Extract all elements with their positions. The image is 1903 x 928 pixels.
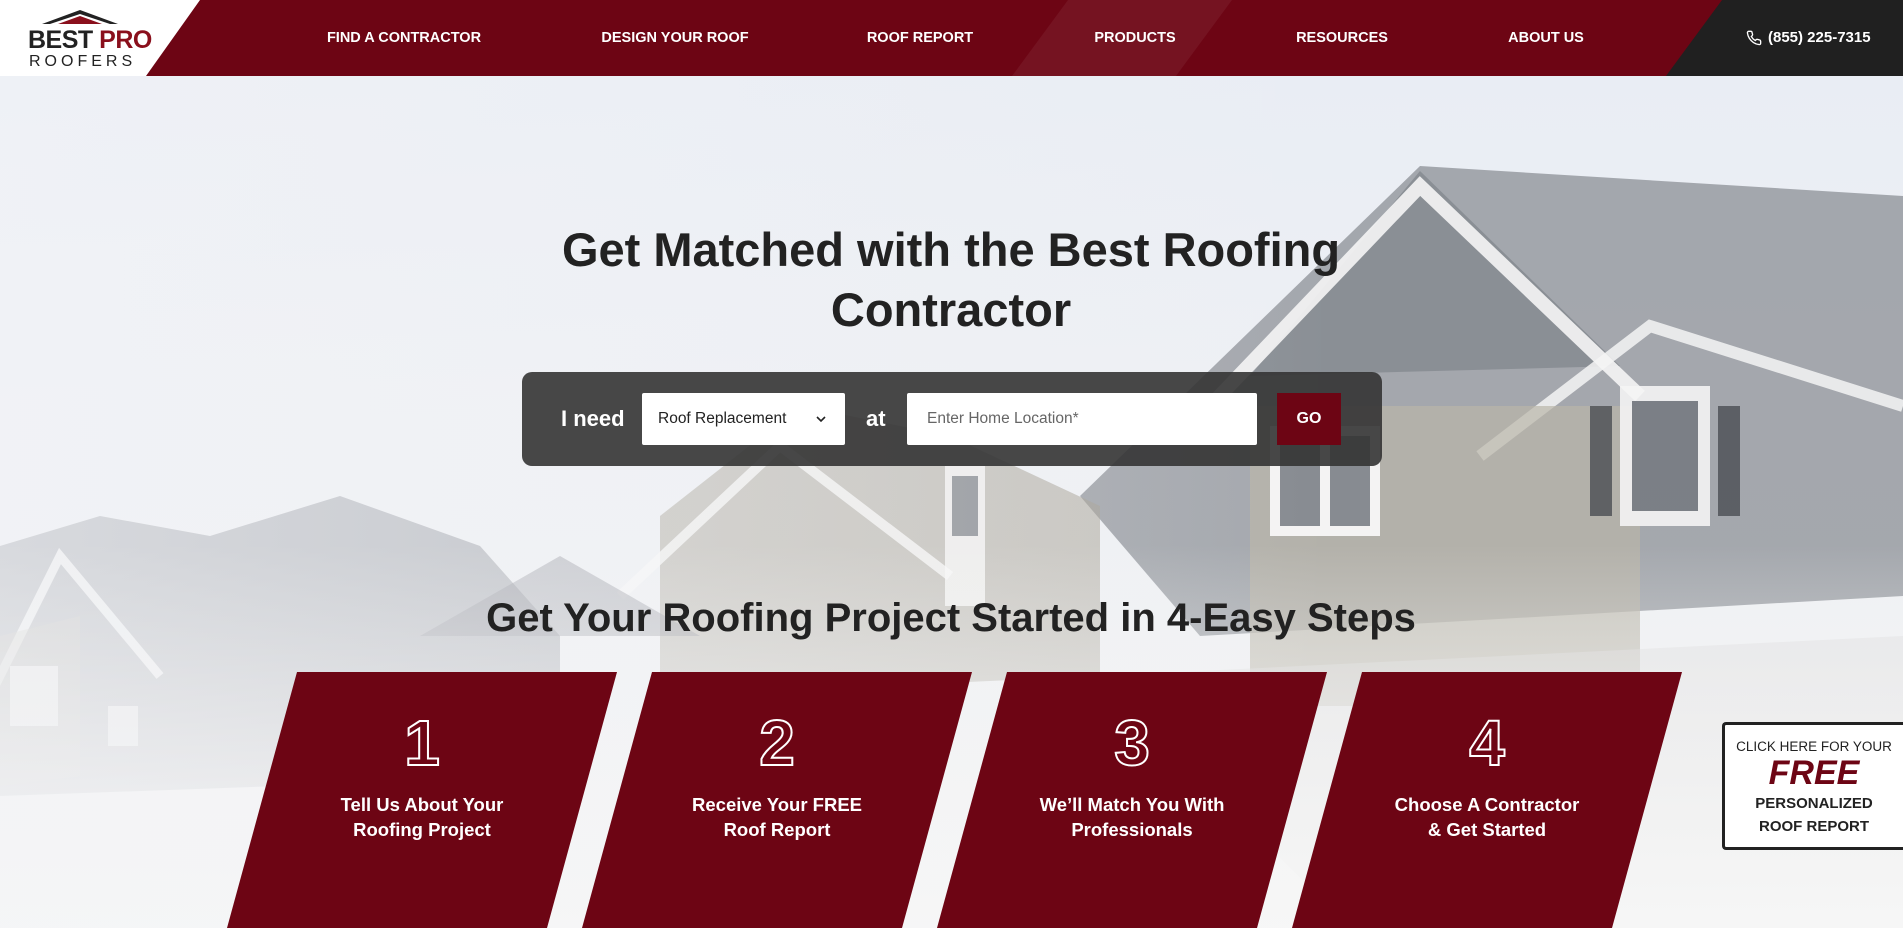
step-text-line1: Receive Your FREE (692, 794, 862, 815)
step-text-line1: Choose A Contractor (1394, 794, 1580, 815)
service-select[interactable]: Roof Replacement (642, 393, 845, 445)
report-cta-free: FREE (1768, 754, 1860, 792)
nav-resources[interactable]: RESOURCES (1296, 0, 1388, 76)
report-cta-line3: PERSONALIZED (1755, 795, 1873, 812)
service-select-value: Roof Replacement (658, 410, 787, 427)
at-label: at (866, 406, 886, 431)
step-text-line2: & Get Started (1427, 819, 1547, 840)
main-nav: FIND A CONTRACTOR DESIGN YOUR ROOF ROOF … (200, 0, 1670, 76)
i-need-label: I need (561, 406, 625, 431)
nav-design-your-roof[interactable]: DESIGN YOUR ROOF (601, 0, 748, 76)
nav-about-us[interactable]: ABOUT US (1508, 0, 1584, 76)
report-cta-line4: ROOF REPORT (1758, 818, 1869, 835)
chevron-down-icon (816, 416, 826, 423)
go-button[interactable]: GO (1277, 393, 1341, 445)
report-cta-line1: CLICK HERE FOR YOUR (1736, 739, 1892, 754)
step-number: 3 (1113, 707, 1151, 779)
contractor-search-bar: I need Roof Replacement at GO (522, 372, 1382, 466)
site-logo[interactable]: BEST PRO ROOFERS (28, 10, 152, 70)
logo-pro-text: PRO (99, 26, 152, 54)
step-card-3[interactable]: 3 We’ll Match You With Professionals (937, 672, 1327, 928)
step-text-line2: Professionals (1071, 819, 1193, 840)
location-input[interactable] (907, 393, 1257, 445)
steps-title: Get Your Roofing Project Started in 4-Ea… (486, 596, 1416, 640)
phone-icon (1746, 30, 1762, 46)
nav-products[interactable]: PRODUCTS (1094, 0, 1175, 76)
logo-area: BEST PRO ROOFERS (0, 0, 200, 76)
phone-number: (855) 225-7315 (1768, 29, 1871, 46)
hero-title: Get Matched with the Best Roofing Contra… (561, 223, 1341, 336)
step-number: 1 (403, 707, 441, 779)
step-number: 2 (758, 707, 796, 779)
step-text: We’ll Match You With Professionals (937, 792, 1327, 842)
step-text: Choose A Contractor & Get Started (1292, 792, 1682, 842)
step-text: Tell Us About Your Roofing Project (227, 792, 617, 842)
site-header: BEST PRO ROOFERS FIND A CONTRACTOR DESIG… (0, 0, 1903, 76)
phone-link[interactable]: (855) 225-7315 (1746, 0, 1871, 76)
logo-wordmark: BEST PRO (28, 26, 152, 54)
step-text-line2: Roofing Project (353, 819, 491, 840)
step-card-4[interactable]: 4 Choose A Contractor & Get Started (1292, 672, 1682, 928)
step-card-1[interactable]: 1 Tell Us About Your Roofing Project (227, 672, 617, 928)
nav-roof-report[interactable]: ROOF REPORT (867, 0, 973, 76)
step-card-2[interactable]: 2 Receive Your FREE Roof Report (582, 672, 972, 928)
nav-find-a-contractor[interactable]: FIND A CONTRACTOR (327, 0, 481, 76)
step-text-line1: We’ll Match You With (1039, 794, 1225, 815)
step-number: 4 (1468, 707, 1506, 779)
step-text: Receive Your FREE Roof Report (582, 792, 972, 842)
logo-best-text: BEST (28, 26, 93, 54)
step-text-line1: Tell Us About Your (340, 794, 504, 815)
logo-roofers-text: ROOFERS (29, 53, 137, 70)
free-roof-report-cta[interactable]: CLICK HERE FOR YOUR FREE PERSONALIZED RO… (1722, 722, 1903, 850)
step-text-line2: Roof Report (723, 819, 831, 840)
